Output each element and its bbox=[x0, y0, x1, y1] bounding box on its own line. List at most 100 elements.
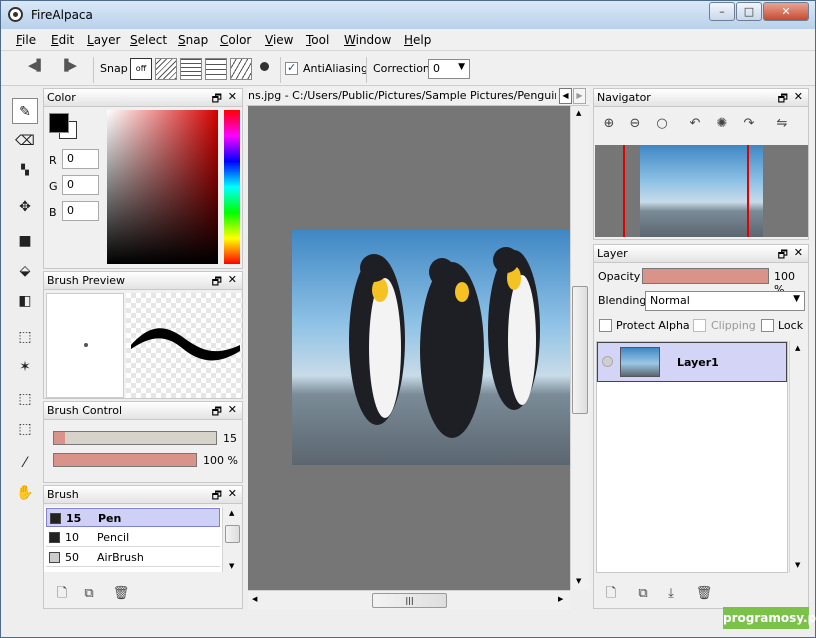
delete-layer-icon[interactable]: 🗑 bbox=[695, 585, 713, 603]
rotate-left-icon[interactable]: ↶ bbox=[686, 115, 704, 133]
rotate-right-icon[interactable]: ↷ bbox=[740, 115, 758, 133]
menu-help[interactable]: Help bbox=[404, 33, 431, 47]
layer-list-scrollbar[interactable]: ▲ ▼ bbox=[789, 341, 807, 573]
close-button[interactable]: ✕ bbox=[763, 2, 809, 21]
snap-perspective-button[interactable] bbox=[230, 58, 252, 80]
bucket-icon[interactable]: ⬙ bbox=[12, 258, 38, 284]
merge-down-icon[interactable]: ⤓ bbox=[662, 585, 680, 603]
new-brush-icon[interactable]: 🗋 bbox=[53, 585, 71, 603]
duplicate-layer-icon[interactable]: ⧉ bbox=[634, 585, 652, 603]
pen-icon[interactable]: ✎ bbox=[12, 98, 38, 124]
new-layer-icon[interactable]: 🗋 bbox=[602, 585, 620, 603]
checkbox-box[interactable] bbox=[693, 318, 706, 332]
snap-grid-button[interactable] bbox=[180, 58, 202, 80]
select-eraser-icon[interactable]: ⬚ bbox=[12, 416, 38, 442]
menu-window[interactable]: Window bbox=[344, 33, 391, 47]
float-panel-icon[interactable]: 🗗 bbox=[212, 273, 222, 292]
checkbox-box[interactable] bbox=[761, 318, 774, 332]
menu-layer[interactable]: Layer bbox=[87, 33, 120, 47]
close-icon[interactable]: ✕ bbox=[228, 90, 237, 103]
minimize-button[interactable]: – bbox=[709, 2, 735, 21]
float-panel-icon[interactable]: 🗗 bbox=[778, 90, 788, 109]
fill-square-icon[interactable]: ■ bbox=[12, 228, 38, 254]
penguins-image[interactable] bbox=[292, 230, 570, 465]
brush-item-airbrush[interactable]: 50 AirBrush bbox=[46, 548, 220, 567]
maximize-button[interactable]: □ bbox=[736, 2, 762, 21]
canvas-horizontal-scrollbar[interactable]: ◀ ||| ▶ bbox=[248, 590, 570, 610]
dot-pattern-icon[interactable]: ▚ bbox=[12, 158, 38, 184]
canvas-vertical-scrollbar[interactable]: ▲ ▼ bbox=[570, 106, 589, 590]
menu-edit[interactable]: Edit bbox=[51, 33, 74, 47]
tab-scroll-right-icon[interactable]: ▶ bbox=[573, 88, 586, 104]
brush-size-slider[interactable] bbox=[53, 431, 217, 445]
r-input[interactable]: 0 bbox=[62, 149, 99, 169]
close-icon[interactable]: ✕ bbox=[794, 90, 803, 103]
move-icon[interactable]: ✥ bbox=[12, 194, 38, 220]
zoom-fit-icon[interactable]: ○ bbox=[653, 115, 671, 133]
foreground-color-swatch[interactable] bbox=[49, 113, 69, 133]
brush-list-scrollbar[interactable]: ▲ ▼ bbox=[222, 507, 242, 572]
snap-lines-button[interactable] bbox=[205, 58, 227, 80]
eye-icon[interactable] bbox=[602, 356, 613, 367]
scroll-right-icon[interactable]: ▶ bbox=[558, 595, 563, 603]
scroll-down-icon[interactable]: ▼ bbox=[795, 561, 800, 569]
magic-wand-icon[interactable]: ✶ bbox=[12, 354, 38, 380]
scroll-up-icon[interactable]: ▲ bbox=[795, 344, 800, 352]
document-tab[interactable]: ns.jpg - C:/Users/Public/Pictures/Sample… bbox=[248, 89, 556, 102]
undo-icon[interactable]: ◀▌ bbox=[28, 59, 45, 81]
menu-snap[interactable]: Snap bbox=[178, 33, 208, 47]
tab-scroll-left-icon[interactable]: ◀ bbox=[559, 88, 572, 104]
brush-opacity-slider[interactable] bbox=[53, 453, 197, 467]
close-icon[interactable]: ✕ bbox=[228, 273, 237, 286]
checkbox-box[interactable] bbox=[599, 318, 612, 332]
snap-circle-icon[interactable] bbox=[260, 62, 269, 71]
lock-checkbox[interactable] bbox=[761, 318, 774, 332]
layer-item[interactable]: Layer1 bbox=[597, 342, 787, 382]
scroll-up-icon[interactable]: ▲ bbox=[576, 109, 581, 117]
flip-horizontal-icon[interactable]: ⇋ bbox=[773, 115, 791, 133]
menu-select[interactable]: Select bbox=[130, 33, 167, 47]
scroll-down-icon[interactable]: ▼ bbox=[576, 577, 581, 585]
duplicate-brush-icon[interactable]: ⧉ bbox=[80, 585, 98, 603]
menu-color[interactable]: Color bbox=[220, 33, 251, 47]
eyedropper-icon[interactable]: ⁄ bbox=[12, 450, 38, 476]
clipping-checkbox[interactable] bbox=[693, 318, 706, 332]
eraser-icon[interactable]: ⌫ bbox=[12, 128, 38, 154]
scroll-up-icon[interactable]: ▲ bbox=[229, 509, 234, 517]
close-icon[interactable]: ✕ bbox=[228, 487, 237, 500]
select-rect-icon[interactable]: ⬚ bbox=[12, 324, 38, 350]
brush-item-pencil[interactable]: 10 Pencil bbox=[46, 528, 220, 547]
canvas-viewport[interactable] bbox=[248, 106, 570, 590]
rotate-reset-icon[interactable]: ✺ bbox=[713, 115, 731, 133]
float-panel-icon[interactable]: 🗗 bbox=[212, 403, 222, 422]
saturation-value-picker[interactable] bbox=[107, 110, 218, 264]
float-panel-icon[interactable]: 🗗 bbox=[212, 90, 222, 109]
b-input[interactable]: 0 bbox=[62, 201, 99, 221]
g-input[interactable]: 0 bbox=[62, 175, 99, 195]
redo-icon[interactable]: ▐▶ bbox=[60, 59, 77, 81]
zoom-in-icon[interactable]: ⊕ bbox=[600, 115, 618, 133]
snap-off-button[interactable]: off bbox=[130, 58, 152, 80]
antialiasing-checkbox[interactable] bbox=[285, 61, 298, 75]
snap-parallel-button[interactable] bbox=[155, 58, 177, 80]
zoom-out-icon[interactable]: ⊖ bbox=[626, 115, 644, 133]
select-pen-icon[interactable]: ⬚ bbox=[12, 386, 38, 412]
protect-alpha-checkbox[interactable] bbox=[599, 318, 612, 332]
float-panel-icon[interactable]: 🗗 bbox=[212, 487, 222, 506]
antialiasing-toggle[interactable] bbox=[285, 61, 298, 83]
menu-view[interactable]: View bbox=[265, 33, 293, 47]
menu-file[interactable]: File bbox=[16, 33, 36, 47]
scroll-down-icon[interactable]: ▼ bbox=[229, 562, 234, 570]
menu-tool[interactable]: Tool bbox=[306, 33, 329, 47]
close-icon[interactable]: ✕ bbox=[794, 246, 803, 259]
scroll-thumb[interactable] bbox=[572, 286, 588, 414]
delete-brush-icon[interactable]: 🗑 bbox=[112, 585, 130, 603]
blending-select[interactable]: Normal ▼ bbox=[645, 291, 805, 311]
hand-icon[interactable]: ✋ bbox=[12, 480, 38, 506]
correction-select[interactable]: 0 ▼ bbox=[428, 59, 470, 79]
scroll-thumb[interactable]: ||| bbox=[372, 593, 447, 608]
hue-slider[interactable] bbox=[224, 110, 240, 264]
close-icon[interactable]: ✕ bbox=[228, 403, 237, 416]
brush-item-pen[interactable]: 15 Pen bbox=[46, 508, 220, 527]
float-panel-icon[interactable]: 🗗 bbox=[778, 246, 788, 265]
